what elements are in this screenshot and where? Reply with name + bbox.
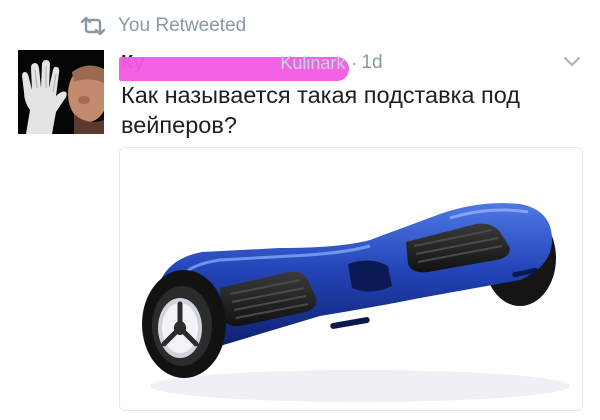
hoverboard-image [120,148,582,410]
author-block[interactable]: Ку Kulinark [119,52,349,81]
retweet-label: You Retweeted [118,15,247,36]
tweet-text: Как называется такая подставка под вейпе… [121,82,520,138]
avatar[interactable] [18,50,104,134]
tweet-header: Ку Kulinark · 1d [119,46,383,81]
retweet-icon [80,16,106,36]
timestamp[interactable]: 1d [361,52,382,74]
chevron-down-icon[interactable] [562,54,582,68]
tweet-media[interactable] [119,147,583,411]
retweet-indicator: You Retweeted [80,14,246,38]
separator: · [351,52,358,73]
avatar-image [18,50,104,134]
author-handle[interactable]: Kulinark [280,53,345,74]
